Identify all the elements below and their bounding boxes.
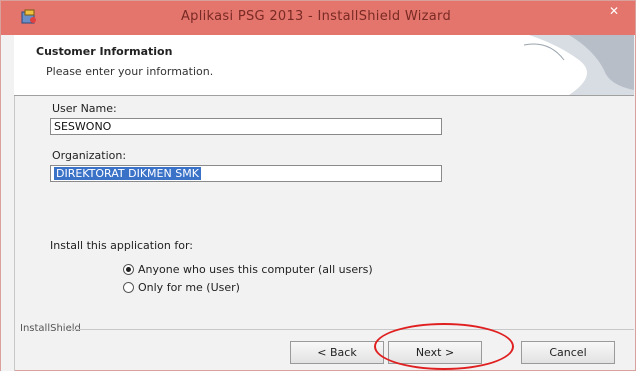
wizard-header: Customer Information Please enter your i… [14,35,634,96]
left-frame [1,35,15,371]
cancel-button[interactable]: Cancel [521,341,615,364]
close-button[interactable]: ✕ [594,1,634,23]
organization-value: DIREKTORAT DIKMEN SMK [54,167,201,180]
radio-all-users-label: Anyone who uses this computer (all users… [138,263,373,276]
user-name-field[interactable]: SESWONO [50,118,442,135]
radio-unselected-icon [123,282,134,293]
organization-field[interactable]: DIREKTORAT DIKMEN SMK [50,165,442,182]
title-bar[interactable]: Aplikasi PSG 2013 - InstallShield Wizard… [1,1,635,35]
organization-label: Organization: [52,149,127,162]
next-button[interactable]: Next > [388,341,482,364]
installer-window: Aplikasi PSG 2013 - InstallShield Wizard… [0,0,636,371]
radio-only-me[interactable]: Only for me (User) [123,281,240,294]
window-title: Aplikasi PSG 2013 - InstallShield Wizard [180,9,452,24]
footer-divider [69,329,634,330]
radio-all-users[interactable]: Anyone who uses this computer (all users… [123,263,373,276]
header-subtitle: Please enter your information. [46,65,214,78]
user-name-label: User Name: [52,102,117,115]
installer-app-icon [21,9,36,24]
header-title: Customer Information [36,45,173,58]
user-name-value: SESWONO [54,120,112,133]
radio-selected-icon [123,264,134,275]
back-button[interactable]: < Back [290,341,384,364]
radio-only-me-label: Only for me (User) [138,281,240,294]
header-graphic-icon [509,35,634,95]
install-for-label: Install this application for: [50,239,193,252]
